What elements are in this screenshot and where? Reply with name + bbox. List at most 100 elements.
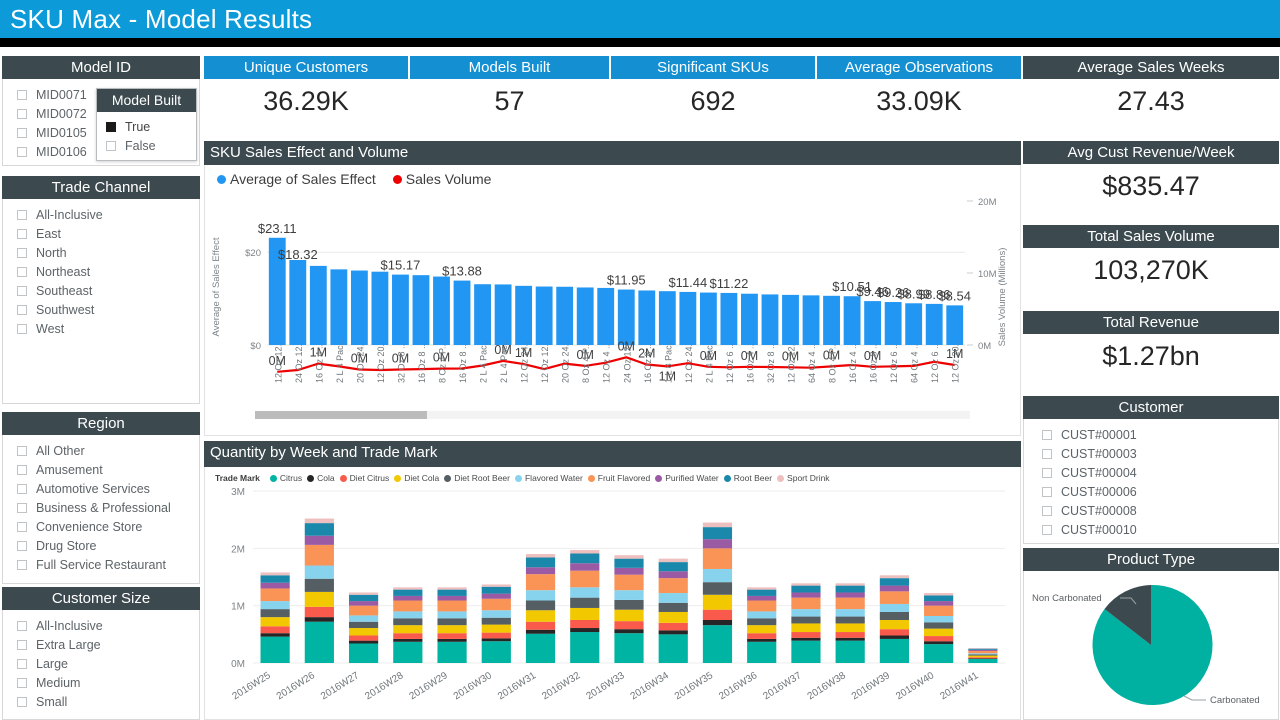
stacked-bar-segment[interactable] — [393, 638, 423, 642]
stacked-bar-segment[interactable] — [791, 585, 821, 593]
list-item[interactable]: CUST#00004 — [1024, 463, 1278, 482]
stacked-bar-segment[interactable] — [348, 643, 379, 663]
bar[interactable] — [309, 265, 327, 345]
stacked-bar-segment[interactable] — [525, 621, 556, 630]
bar[interactable] — [474, 284, 491, 345]
stacked-bar-segment[interactable] — [702, 527, 733, 540]
stacked-bar-segment[interactable] — [304, 578, 334, 592]
stacked-bar-segment[interactable] — [702, 582, 733, 595]
stacked-bar-segment[interactable] — [747, 638, 777, 642]
list-item[interactable]: Small — [3, 692, 199, 711]
stacked-bar-segment[interactable] — [348, 621, 379, 629]
checkbox-icon[interactable] — [17, 483, 27, 494]
stacked-bar-segment[interactable] — [348, 640, 379, 644]
stacked-bar-segment[interactable] — [968, 648, 998, 650]
checkbox-icon[interactable] — [106, 140, 116, 151]
stacked-bar-segment[interactable] — [924, 622, 954, 629]
checkbox-icon[interactable] — [1042, 486, 1052, 497]
stacked-bar-segment[interactable] — [835, 592, 865, 598]
kpi-significant-skus[interactable]: Significant SKUs 692 — [611, 56, 815, 140]
stacked-bar-segment[interactable] — [702, 539, 733, 549]
stacked-bar-segment[interactable] — [437, 618, 467, 626]
checkbox-icon[interactable] — [17, 285, 27, 296]
bar[interactable] — [597, 287, 615, 345]
stacked-bar-segment[interactable] — [437, 589, 467, 596]
stacked-bar-segment[interactable] — [791, 623, 821, 633]
stacked-bar-segment[interactable] — [481, 632, 511, 639]
list-item[interactable]: Northeast — [3, 262, 199, 281]
stacked-bar-segment[interactable] — [260, 575, 290, 583]
list-item[interactable]: East — [3, 224, 199, 243]
list-item[interactable]: All-Inclusive — [3, 616, 199, 635]
product-type-panel[interactable]: Product Type Non Carbonated Carbonated — [1023, 548, 1279, 720]
stacked-bar-segment[interactable] — [658, 611, 688, 623]
bar[interactable] — [741, 293, 758, 345]
checkbox-icon[interactable] — [17, 89, 27, 100]
bar[interactable] — [515, 285, 533, 345]
stacked-bar-segment[interactable] — [924, 636, 954, 642]
list-item[interactable]: CUST#00003 — [1024, 444, 1278, 463]
checkbox-icon[interactable] — [17, 677, 27, 688]
stacked-bar-segment[interactable] — [879, 635, 910, 639]
stacked-bar-segment[interactable] — [525, 629, 556, 634]
bar[interactable] — [699, 292, 717, 345]
stacked-bar-segment[interactable] — [348, 615, 379, 622]
quantity-chart-legend[interactable]: Trade Mark Citrus Cola Diet Citrus Diet Col… — [205, 467, 1020, 483]
stacked-bar-segment[interactable] — [348, 592, 379, 595]
stacked-bar-segment[interactable] — [747, 589, 777, 596]
stacked-bar-segment[interactable] — [481, 598, 511, 611]
stacked-bar-segment[interactable] — [437, 587, 467, 590]
stacked-bar-segment[interactable] — [570, 553, 600, 564]
stacked-bar-segment[interactable] — [304, 606, 334, 618]
stacked-bar-segment[interactable] — [393, 595, 423, 601]
stacked-bar-segment[interactable] — [747, 625, 777, 634]
stacked-bar-segment[interactable] — [747, 618, 777, 626]
stacked-bar-segment[interactable] — [924, 615, 954, 623]
stacked-bar-segment[interactable] — [879, 620, 910, 630]
bar[interactable] — [350, 270, 368, 345]
stacked-bar-segment[interactable] — [702, 609, 733, 620]
stacked-bar-segment[interactable] — [348, 635, 379, 641]
stacked-bar-segment[interactable] — [879, 578, 910, 586]
stacked-bar-segment[interactable] — [481, 584, 511, 587]
stacked-bar-segment[interactable] — [393, 618, 423, 626]
list-item[interactable]: CUST#00010 — [1024, 520, 1278, 539]
stacked-bar-segment[interactable] — [437, 611, 467, 619]
bar[interactable] — [535, 286, 553, 345]
stacked-bar-segment[interactable] — [791, 640, 821, 663]
list-item[interactable]: Southwest — [3, 300, 199, 319]
stacked-bar-segment[interactable] — [702, 594, 733, 610]
stacked-bar-segment[interactable] — [437, 638, 467, 642]
stacked-bar-segment[interactable] — [879, 603, 910, 612]
stacked-bar-segment[interactable] — [481, 624, 511, 633]
kpi-avg-cust-revenue-per-week[interactable]: Avg Cust Revenue/Week $835.47 — [1023, 141, 1279, 222]
slicer-customer[interactable]: Customer CUST#00001 CUST#00003 CUST#0000… — [1023, 396, 1279, 544]
stacked-bar-segment[interactable] — [614, 590, 644, 600]
list-item[interactable]: Full Service Restaurant — [3, 555, 199, 574]
stacked-bar-segment[interactable] — [924, 644, 954, 663]
legend-item-flavored-water[interactable]: Flavored Water — [514, 473, 583, 483]
list-item[interactable]: Large — [3, 654, 199, 673]
stacked-bar-segment[interactable] — [747, 633, 777, 639]
list-item[interactable]: North — [3, 243, 199, 262]
checkbox-icon[interactable] — [17, 209, 27, 220]
stacked-bar-segment[interactable] — [658, 630, 688, 635]
sku-chart-scroll-thumb[interactable] — [255, 411, 427, 419]
stacked-bar-segment[interactable] — [835, 623, 865, 633]
bar[interactable] — [823, 295, 840, 345]
stacked-bar-segment[interactable] — [525, 610, 556, 622]
bar[interactable] — [330, 269, 348, 345]
stacked-bar-segment[interactable] — [393, 641, 423, 663]
list-item[interactable]: Southeast — [3, 281, 199, 300]
stacked-bar-segment[interactable] — [260, 609, 290, 618]
slicer-region-body[interactable]: All Other Amusement Automotive Services … — [2, 435, 200, 584]
checkbox-icon[interactable] — [1042, 448, 1052, 459]
kpi-unique-customers[interactable]: Unique Customers 36.29K — [204, 56, 408, 140]
list-item[interactable]: Business & Professional — [3, 498, 199, 517]
legend-item-average-of-sales-effect[interactable]: Average of Sales Effect — [217, 171, 376, 187]
stacked-bar-segment[interactable] — [437, 641, 467, 663]
stacked-bar-segment[interactable] — [791, 583, 821, 586]
stacked-bar-segment[interactable] — [570, 587, 600, 598]
stacked-bar-segment[interactable] — [702, 620, 733, 626]
bar[interactable] — [925, 303, 943, 345]
